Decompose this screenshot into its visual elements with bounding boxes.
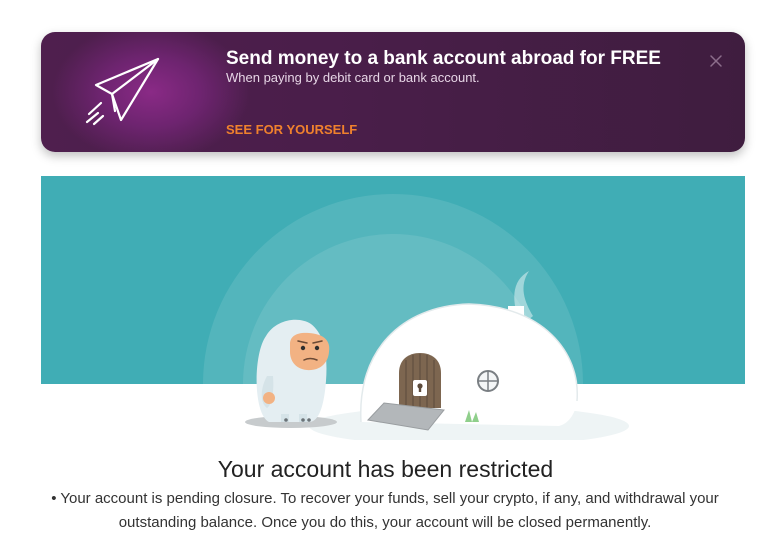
restricted-headline: Your account has been restricted xyxy=(217,456,554,482)
hero-illustration xyxy=(41,176,745,440)
promo-banner: Send money to a bank account abroad for … xyxy=(41,32,745,152)
close-icon[interactable] xyxy=(707,52,725,70)
promo-subtitle: When paying by debit card or bank accoun… xyxy=(226,70,480,85)
yeti-igloo-illustration xyxy=(41,176,745,440)
paper-plane-icon xyxy=(85,57,160,126)
see-for-yourself-link[interactable]: SEE FOR YOURSELF xyxy=(226,122,357,137)
promo-title: Send money to a bank account abroad for … xyxy=(226,48,661,69)
restricted-message: • Your account is pending closure. To re… xyxy=(51,490,719,531)
